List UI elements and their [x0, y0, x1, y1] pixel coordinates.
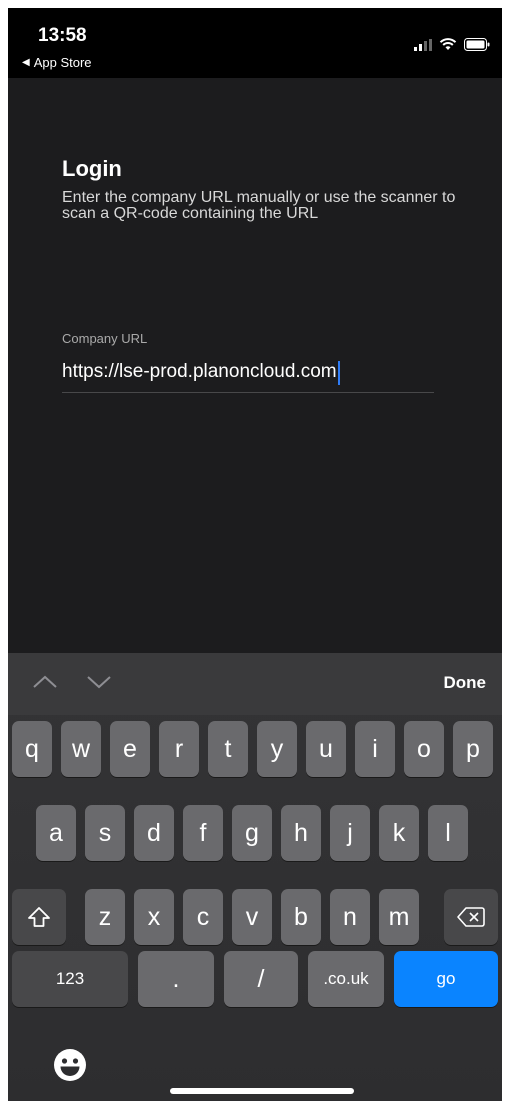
chevron-up-icon[interactable] — [30, 667, 60, 697]
status-icons — [414, 38, 490, 51]
key-j[interactable]: j — [330, 805, 370, 861]
key-p[interactable]: p — [453, 721, 493, 777]
key-k[interactable]: k — [379, 805, 419, 861]
wifi-icon — [439, 38, 457, 50]
company-url-value: https://lse-prod.planoncloud.com — [62, 361, 337, 382]
shift-key[interactable] — [12, 889, 66, 945]
dot-key[interactable]: . — [138, 951, 214, 1007]
key-n[interactable]: n — [330, 889, 370, 945]
key-h[interactable]: h — [281, 805, 321, 861]
slash-key[interactable]: / — [224, 951, 298, 1007]
text-cursor — [337, 360, 340, 385]
key-m[interactable]: m — [379, 889, 419, 945]
home-indicator — [170, 1088, 354, 1094]
key-v[interactable]: v — [232, 889, 272, 945]
backspace-icon — [457, 907, 485, 927]
company-url-label: Company URL — [62, 331, 148, 346]
key-r[interactable]: r — [159, 721, 199, 777]
key-l[interactable]: l — [428, 805, 468, 861]
done-button[interactable]: Done — [444, 673, 487, 693]
shift-icon — [28, 907, 50, 927]
key-b[interactable]: b — [281, 889, 321, 945]
battery-icon — [464, 38, 490, 51]
key-u[interactable]: u — [306, 721, 346, 777]
go-button[interactable]: go — [394, 951, 498, 1007]
key-o[interactable]: o — [404, 721, 444, 777]
backspace-key[interactable] — [444, 889, 498, 945]
chevron-down-icon[interactable] — [84, 667, 114, 697]
key-x[interactable]: x — [134, 889, 174, 945]
back-label: App Store — [33, 55, 92, 70]
key-t[interactable]: t — [208, 721, 248, 777]
key-e[interactable]: e — [110, 721, 150, 777]
back-arrow-icon: ◀ — [22, 57, 30, 68]
back-to-app-store[interactable]: ◀ App Store — [22, 55, 92, 70]
keyboard: Done q w e r t y u i o p a s d f g h j k… — [8, 653, 502, 1101]
login-description: Enter the company URL manually or use th… — [62, 189, 456, 222]
company-url-field[interactable]: https://lse-prod.planoncloud.com — [62, 358, 434, 393]
phone-screen: 13:58 ◀ App Store Login Enter the compan… — [8, 8, 502, 1101]
key-q[interactable]: q — [12, 721, 52, 777]
key-g[interactable]: g — [232, 805, 272, 861]
domain-key[interactable]: .co.uk — [308, 951, 384, 1007]
key-i[interactable]: i — [355, 721, 395, 777]
key-s[interactable]: s — [85, 805, 125, 861]
key-d[interactable]: d — [134, 805, 174, 861]
login-panel: Login Enter the company URL manually or … — [8, 78, 502, 653]
key-c[interactable]: c — [183, 889, 223, 945]
page-title: Login — [62, 156, 122, 181]
key-a[interactable]: a — [36, 805, 76, 861]
numbers-key[interactable]: 123 — [12, 951, 128, 1007]
emoji-icon[interactable] — [52, 1047, 88, 1083]
key-z[interactable]: z — [85, 889, 125, 945]
key-w[interactable]: w — [61, 721, 101, 777]
status-time: 13:58 — [38, 25, 87, 46]
key-y[interactable]: y — [257, 721, 297, 777]
key-f[interactable]: f — [183, 805, 223, 861]
signal-icon — [414, 38, 432, 51]
keyboard-accessory-bar: Done — [8, 653, 502, 715]
status-bar: 13:58 ◀ App Store — [8, 8, 502, 78]
